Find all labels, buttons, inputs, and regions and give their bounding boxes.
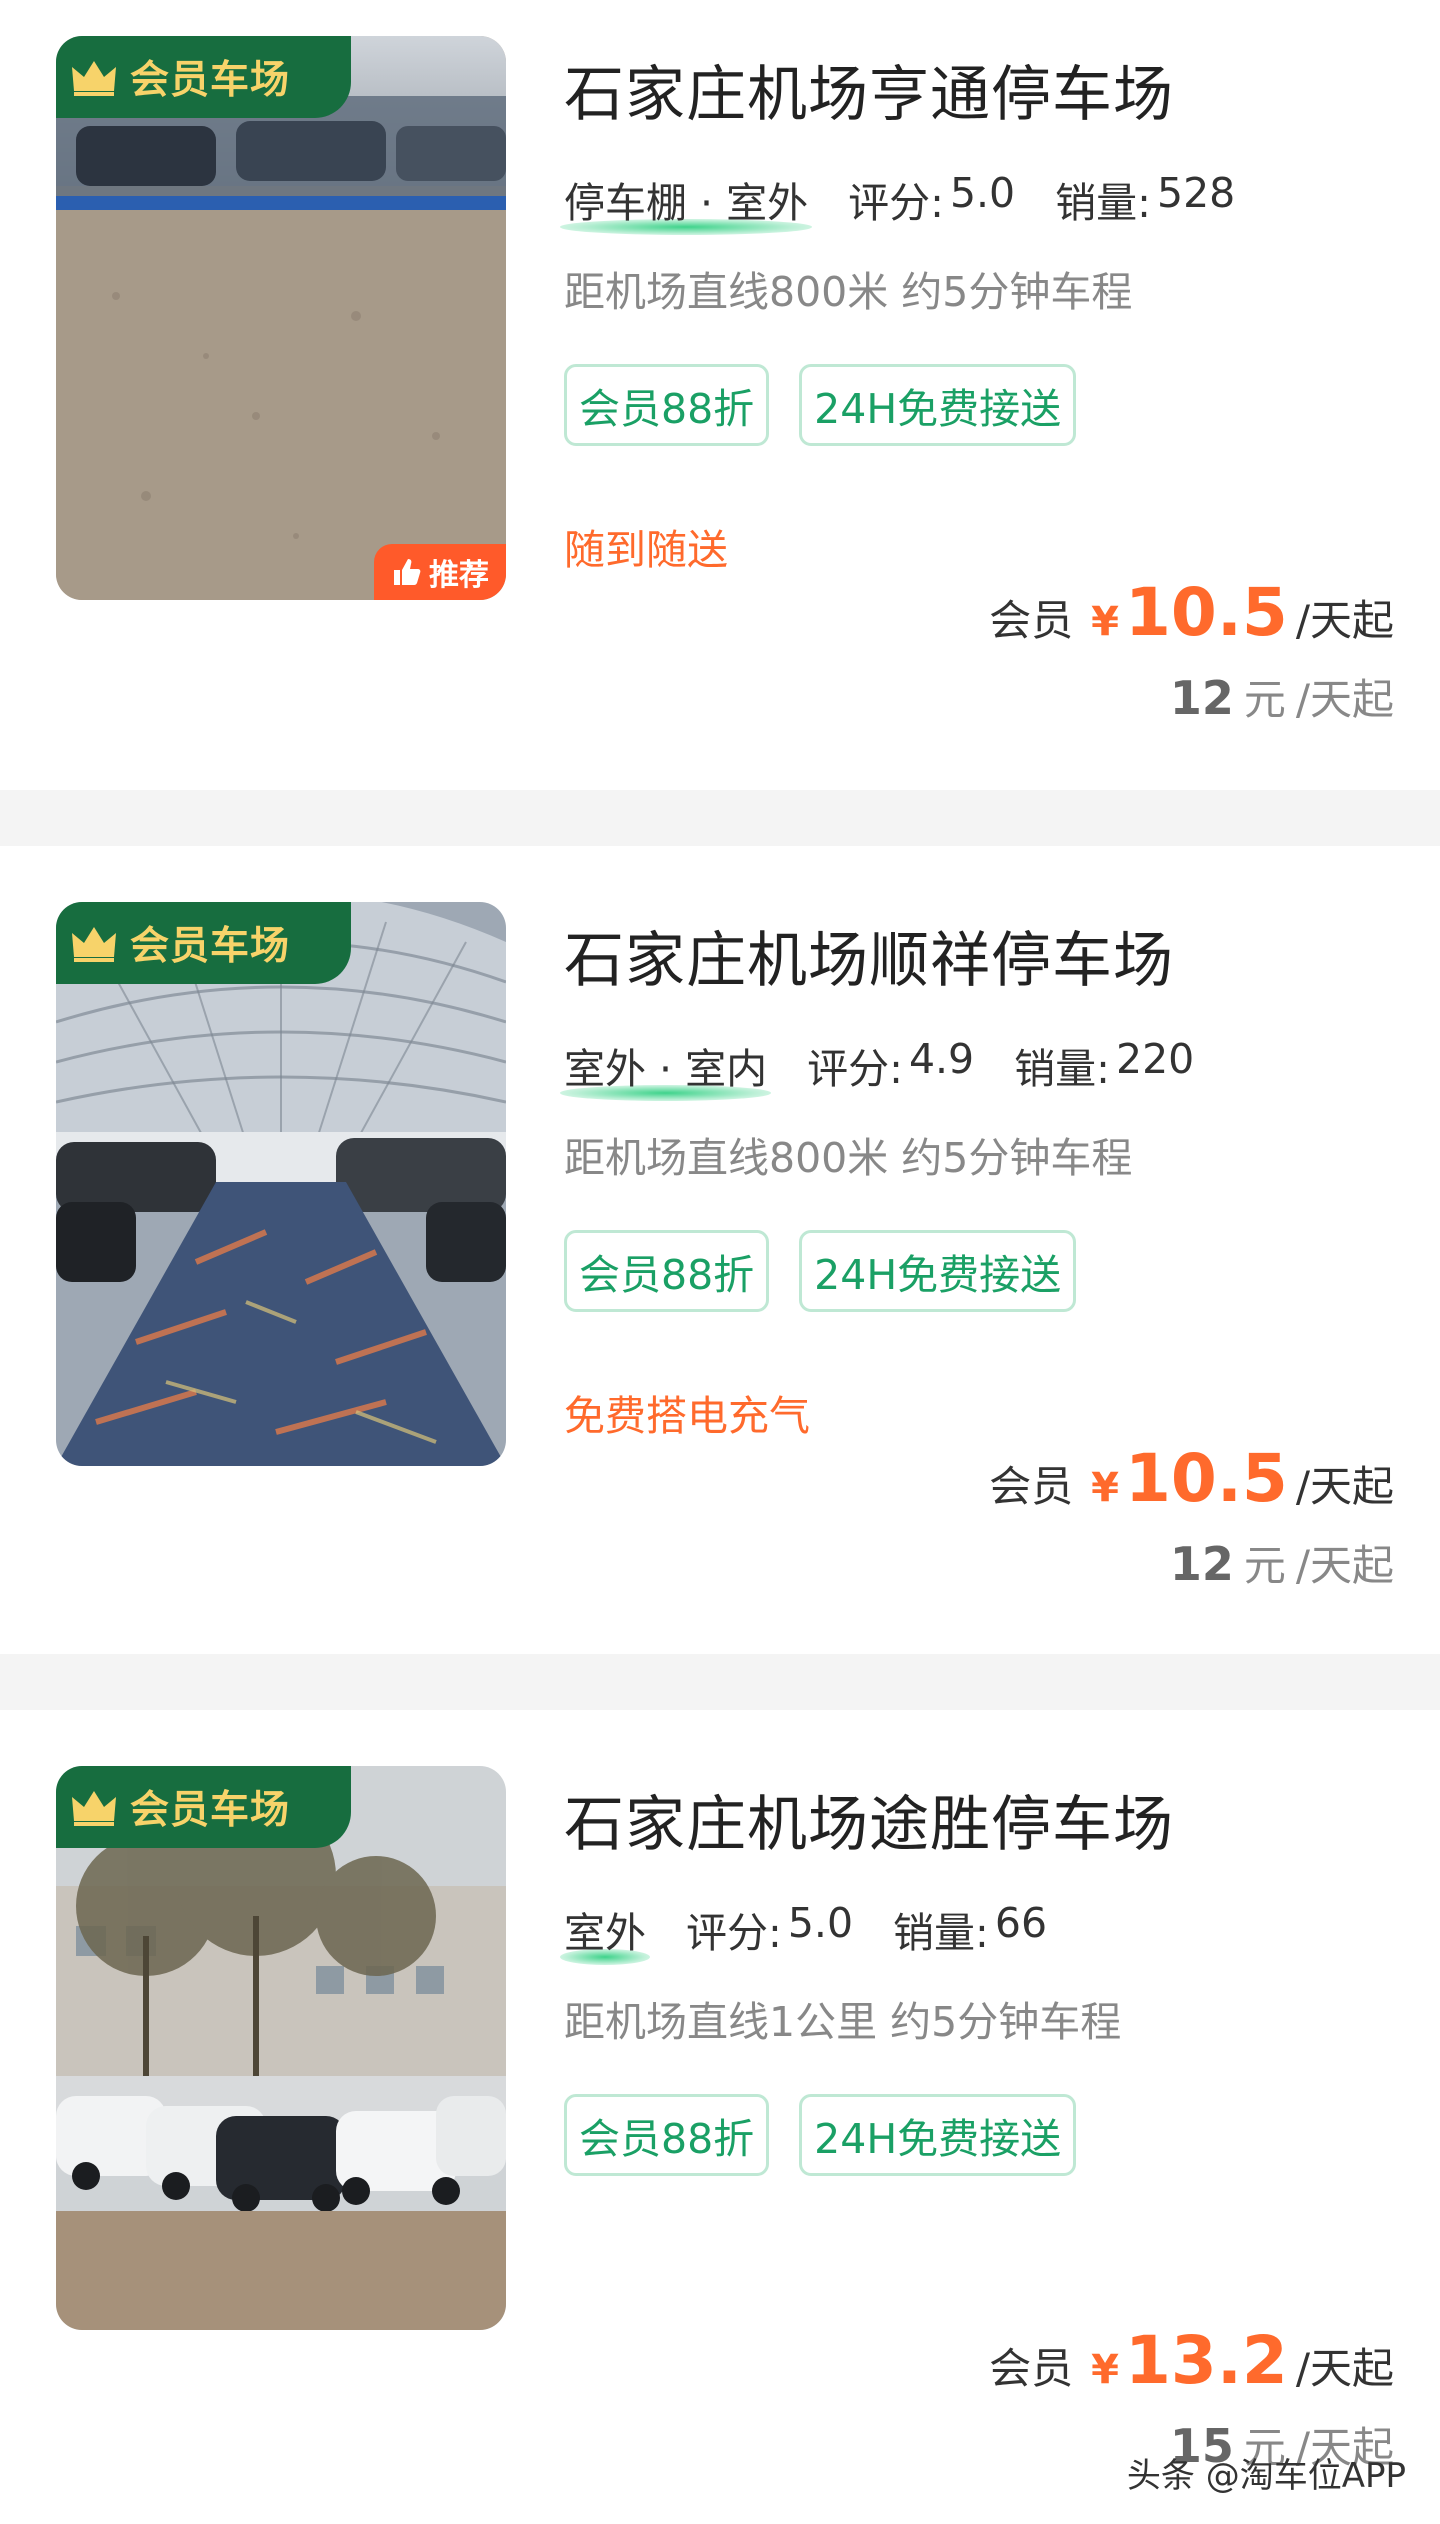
original-price: 12 元 /天起 xyxy=(1170,1532,1394,1593)
member-price: 会员 ¥ 10.5 /天起 xyxy=(989,1440,1394,1517)
parking-meta: 室外 评分: 5.0 销量: 66 xyxy=(560,1899,1048,1965)
shuttle-pill: 24H免费接送 xyxy=(799,1230,1077,1312)
member-price-value: 10.5 xyxy=(1125,574,1288,651)
watermark: 头条 @淘车位APP xyxy=(1127,2448,1406,2497)
distance-text: 距机场直线1公里 约5分钟车程 xyxy=(564,1998,1122,2046)
original-price: 12 元 /天起 xyxy=(1170,666,1394,727)
sales-value: 528 xyxy=(1156,169,1236,217)
rating-label: 评分: xyxy=(848,179,944,227)
parking-name[interactable]: 石家庄机场亨通停车场 xyxy=(564,46,1174,133)
rating-value: 5.0 xyxy=(949,169,1016,217)
original-price-value: 12 xyxy=(1169,1537,1234,1591)
recommend-badge: 推荐 xyxy=(374,544,506,600)
discount-pill: 会员88折 xyxy=(564,364,770,446)
price-unit: /天起 xyxy=(1295,596,1394,645)
parking-meta: 停车棚 · 室外 评分: 5.0 销量: 528 xyxy=(560,169,1236,235)
member-price-value: 13.2 xyxy=(1125,2322,1288,2399)
rating-label: 评分: xyxy=(807,1045,903,1093)
original-currency: 元 xyxy=(1243,1541,1286,1590)
sales-label: 销量: xyxy=(1014,1045,1110,1093)
card-separator xyxy=(0,790,1440,846)
shuttle-pill: 24H免费接送 xyxy=(799,2094,1077,2176)
distance-text: 距机场直线800米 约5分钟车程 xyxy=(564,1134,1133,1182)
sales-value: 220 xyxy=(1115,1035,1195,1083)
parking-photo-image xyxy=(56,902,506,1466)
sales-value: 66 xyxy=(994,1899,1048,1947)
vip-badge-label: 会员车场 xyxy=(130,924,291,969)
price-unit: /天起 xyxy=(1295,2344,1394,2393)
currency-symbol: ¥ xyxy=(1091,2347,1119,2393)
parking-photo-image xyxy=(56,1766,506,2330)
sales-label: 销量: xyxy=(893,1909,989,1957)
parking-type-tag: 停车棚 · 室外 xyxy=(560,169,813,235)
parking-card[interactable]: 会员车场 推荐 石家庄机场亨通停车场 停车棚 · 室外 评分: 5.0 销量: … xyxy=(0,0,1440,790)
sales-label: 销量: xyxy=(1055,179,1151,227)
member-price: 会员 ¥ 10.5 /天起 xyxy=(989,574,1394,651)
vip-lot-badge: 会员车场 xyxy=(56,1766,351,1848)
original-price-unit: /天起 xyxy=(1295,675,1394,724)
member-label: 会员 xyxy=(989,2344,1074,2393)
vip-lot-badge: 会员车场 xyxy=(56,36,351,118)
recommend-label: 推荐 xyxy=(429,558,489,593)
card-separator xyxy=(0,1654,1440,1710)
vip-lot-badge: 会员车场 xyxy=(56,902,351,984)
vip-badge-label: 会员车场 xyxy=(130,58,291,103)
parking-photo[interactable]: 会员车场 推荐 xyxy=(56,36,506,600)
member-label: 会员 xyxy=(989,596,1074,645)
member-label: 会员 xyxy=(989,1462,1074,1511)
parking-photo-image xyxy=(56,36,506,600)
vip-badge-label: 会员车场 xyxy=(130,1788,291,1833)
parking-photo[interactable]: 会员车场 xyxy=(56,1766,506,2330)
crown-icon xyxy=(72,61,116,96)
feature-pills: 会员88折 24H免费接送 xyxy=(564,364,1106,446)
member-price: 会员 ¥ 13.2 /天起 xyxy=(989,2322,1394,2399)
original-price-value: 12 xyxy=(1169,671,1234,725)
discount-pill: 会员88折 xyxy=(564,2094,770,2176)
perk-text: 免费搭电充气 xyxy=(564,1392,810,1440)
member-price-value: 10.5 xyxy=(1125,1440,1288,1517)
original-currency: 元 xyxy=(1243,675,1286,724)
rating-value: 5.0 xyxy=(787,1899,854,1947)
perk-text: 随到随送 xyxy=(564,526,728,574)
feature-pills: 会员88折 24H免费接送 xyxy=(564,1230,1106,1312)
parking-card[interactable]: 会员车场 石家庄机场顺祥停车场 室外 · 室内 评分: 4.9 销量: 220 … xyxy=(0,846,1440,1654)
rating-value: 4.9 xyxy=(908,1035,975,1083)
distance-text: 距机场直线800米 约5分钟车程 xyxy=(564,268,1133,316)
rating-label: 评分: xyxy=(686,1909,782,1957)
parking-name[interactable]: 石家庄机场顺祥停车场 xyxy=(564,912,1174,999)
price-unit: /天起 xyxy=(1295,1462,1394,1511)
feature-pills: 会员88折 24H免费接送 xyxy=(564,2094,1106,2176)
currency-symbol: ¥ xyxy=(1091,1465,1119,1511)
original-price-unit: /天起 xyxy=(1295,1541,1394,1590)
currency-symbol: ¥ xyxy=(1091,599,1119,645)
crown-icon xyxy=(72,927,116,962)
parking-card[interactable]: 会员车场 石家庄机场途胜停车场 室外 评分: 5.0 销量: 66 距机场直线1… xyxy=(0,1710,1440,2524)
parking-type-tag: 室外 · 室内 xyxy=(560,1035,772,1101)
parking-photo[interactable]: 会员车场 xyxy=(56,902,506,1466)
parking-name[interactable]: 石家庄机场途胜停车场 xyxy=(564,1776,1174,1863)
parking-meta: 室外 · 室内 评分: 4.9 销量: 220 xyxy=(560,1035,1195,1101)
parking-type-tag: 室外 xyxy=(560,1899,650,1965)
shuttle-pill: 24H免费接送 xyxy=(799,364,1077,446)
crown-icon xyxy=(72,1791,116,1826)
watermark-text: 头条 @淘车位APP xyxy=(1126,2456,1406,2496)
discount-pill: 会员88折 xyxy=(564,1230,770,1312)
thumbs-up-icon xyxy=(394,559,421,585)
